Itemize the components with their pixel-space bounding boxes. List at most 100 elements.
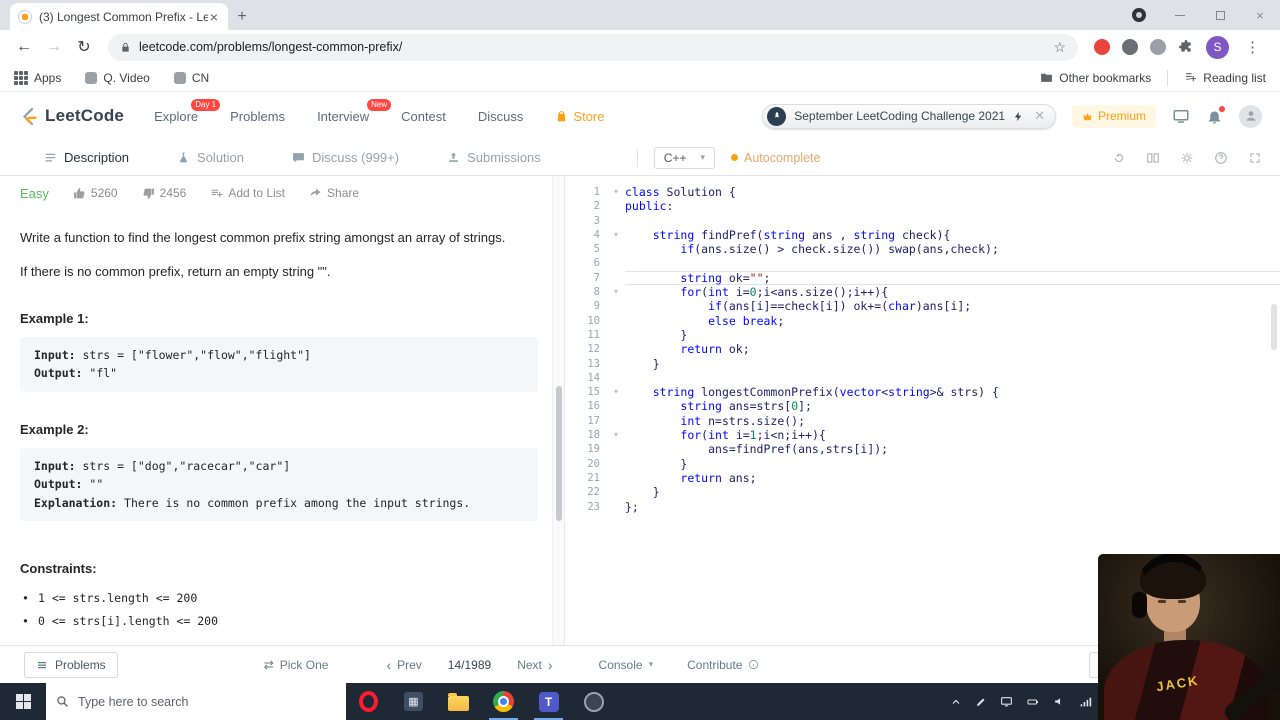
- tray-volume-icon[interactable]: [1053, 695, 1066, 708]
- code-line[interactable]: 20 }: [565, 457, 1280, 471]
- tray-battery-icon[interactable]: [1026, 696, 1040, 708]
- nav-item-problems[interactable]: Problems: [230, 109, 285, 124]
- pick-one-button[interactable]: ⇄ Pick One: [264, 658, 329, 672]
- autocomplete-toggle[interactable]: Autocomplete: [731, 151, 820, 165]
- bookmark-video[interactable]: Q. Video: [85, 71, 150, 85]
- challenge-close-icon[interactable]: ✕: [1034, 108, 1045, 124]
- back-button[interactable]: ←: [10, 33, 38, 61]
- language-select[interactable]: C++ ▾: [653, 146, 715, 169]
- fold-arrow-icon[interactable]: ▾: [607, 228, 625, 242]
- browser-menu-icon[interactable]: ⋮: [1241, 38, 1264, 56]
- scrollbar-thumb[interactable]: [556, 386, 562, 521]
- tab-submissions[interactable]: Submissions: [447, 150, 541, 165]
- calculator-icon[interactable]: ▦: [391, 683, 436, 720]
- code-line[interactable]: 21 return ans;: [565, 471, 1280, 485]
- code-line[interactable]: 4 ▾ string findPref(string ans , string c…: [565, 228, 1280, 242]
- fullscreen-icon[interactable]: [1248, 151, 1262, 165]
- nav-item-interview[interactable]: Interview New: [317, 98, 392, 124]
- code-line[interactable]: 8 ▾ for(int i=0;i<ans.size();i++){: [565, 285, 1280, 299]
- puzzle-extensions-icon[interactable]: [1178, 39, 1194, 55]
- file-explorer-icon[interactable]: [436, 683, 481, 720]
- forward-button[interactable]: →: [40, 33, 68, 61]
- add-to-list-button[interactable]: Add to List: [210, 186, 285, 200]
- other-bookmarks-button[interactable]: Other bookmarks: [1040, 71, 1151, 85]
- code-line[interactable]: 23};: [565, 500, 1280, 514]
- bookmark-cn[interactable]: CN: [173, 71, 209, 85]
- code-line[interactable]: 10 else break;: [565, 314, 1280, 328]
- tray-network-icon[interactable]: [1079, 695, 1092, 708]
- extension-icon-2[interactable]: [1150, 39, 1166, 55]
- code-line[interactable]: 9 if(ans[i]==check[i]) ok+=(char)ans[i];: [565, 299, 1280, 313]
- prev-button[interactable]: ‹ Prev: [386, 658, 421, 672]
- code-line[interactable]: 7 string ok="";: [565, 271, 1280, 285]
- dislikes-button[interactable]: 2456: [142, 186, 186, 200]
- code-line[interactable]: 2 public:: [565, 199, 1280, 213]
- omnibox[interactable]: leetcode.com/problems/longest-common-pre…: [108, 33, 1078, 61]
- code-line[interactable]: 1 ▾ class Solution {: [565, 185, 1280, 199]
- new-tab-button[interactable]: +: [228, 3, 256, 30]
- bookmark-star-icon[interactable]: ☆: [1053, 39, 1066, 56]
- reading-list-button[interactable]: Reading list: [1184, 71, 1266, 85]
- tab-solution[interactable]: Solution: [177, 150, 244, 165]
- fold-arrow-icon[interactable]: ▾: [607, 285, 625, 299]
- leetcode-logo[interactable]: LeetCode: [18, 106, 124, 127]
- gray-app-icon[interactable]: [571, 683, 616, 720]
- help-icon[interactable]: [1214, 151, 1228, 165]
- window-minimize-button[interactable]: [1160, 0, 1200, 30]
- code-line[interactable]: 12 return ok;: [565, 342, 1280, 356]
- problems-list-button[interactable]: Problems: [24, 651, 118, 678]
- tab-description[interactable]: Description: [44, 150, 129, 165]
- user-avatar[interactable]: [1239, 104, 1262, 128]
- notifications-bell-icon[interactable]: [1206, 105, 1225, 125]
- tab-discuss[interactable]: Discuss (999+): [292, 150, 399, 165]
- code-line[interactable]: 16 string ans=strs[0];: [565, 399, 1280, 413]
- next-button[interactable]: Next ›: [517, 658, 552, 672]
- taskbar-search[interactable]: Type here to search: [46, 683, 346, 720]
- share-button[interactable]: Share: [309, 186, 359, 200]
- nav-item-discuss[interactable]: Discuss: [478, 109, 524, 124]
- nav-item-explore[interactable]: Explore Day 1: [154, 98, 221, 124]
- code-line[interactable]: 22 }: [565, 485, 1280, 499]
- fold-arrow-icon[interactable]: ▾: [607, 185, 625, 199]
- chrome-icon[interactable]: [481, 683, 526, 720]
- tray-pen-icon[interactable]: [975, 696, 987, 708]
- code-line[interactable]: 17 int n=strs.size();: [565, 414, 1280, 428]
- extension-icon-1[interactable]: [1122, 39, 1138, 55]
- code-line[interactable]: 14: [565, 371, 1280, 385]
- editor-scrollbar-thumb[interactable]: [1271, 304, 1277, 350]
- code-line[interactable]: 3: [565, 214, 1280, 228]
- browser-profile-avatar[interactable]: S: [1206, 35, 1229, 59]
- description-scrollbar[interactable]: [552, 176, 564, 645]
- fold-arrow-icon[interactable]: ▾: [607, 428, 625, 442]
- code-line[interactable]: 11 }: [565, 328, 1280, 342]
- likes-button[interactable]: 5260: [73, 186, 118, 200]
- reload-button[interactable]: ↻: [70, 33, 98, 61]
- code-line[interactable]: 15 ▾ string longestCommonPrefix(vector<st…: [565, 385, 1280, 399]
- premium-button[interactable]: Premium: [1071, 104, 1156, 128]
- tab-close-icon[interactable]: ×: [208, 10, 220, 24]
- console-toggle[interactable]: Console ▾: [599, 658, 654, 672]
- opera-icon[interactable]: [346, 683, 391, 720]
- reset-icon[interactable]: [1112, 151, 1126, 165]
- start-button[interactable]: [0, 683, 46, 720]
- code-line[interactable]: 6: [565, 256, 1280, 270]
- code-line[interactable]: 18 ▾ for(int i=1;i<n;i++){: [565, 428, 1280, 442]
- window-maximize-button[interactable]: [1200, 0, 1240, 30]
- challenge-banner[interactable]: September LeetCoding Challenge 2021 ✕: [762, 103, 1056, 129]
- fold-arrow-icon[interactable]: ▾: [607, 385, 625, 399]
- code-line[interactable]: 5 if(ans.size() > check.size()) swap(ans…: [565, 242, 1280, 256]
- teams-icon[interactable]: T: [526, 683, 571, 720]
- contribute-button[interactable]: Contribute: [687, 658, 759, 672]
- interview-screen-icon[interactable]: [1172, 107, 1190, 125]
- adblock-extension-icon[interactable]: [1094, 39, 1110, 55]
- settings-gear-icon[interactable]: [1180, 151, 1194, 165]
- tray-display-icon[interactable]: [1000, 695, 1013, 708]
- nav-item-contest[interactable]: Contest: [401, 109, 446, 124]
- tray-chevron-icon[interactable]: [950, 696, 962, 708]
- code-line[interactable]: 13 }: [565, 357, 1280, 371]
- window-close-button[interactable]: ×: [1240, 0, 1280, 30]
- nav-item-store[interactable]: Store: [555, 109, 605, 124]
- code-line[interactable]: 19 ans=findPref(ans,strs[i]);: [565, 442, 1280, 456]
- split-view-icon[interactable]: [1146, 151, 1160, 165]
- browser-tab[interactable]: (3) Longest Common Prefix - Le ×: [10, 3, 228, 30]
